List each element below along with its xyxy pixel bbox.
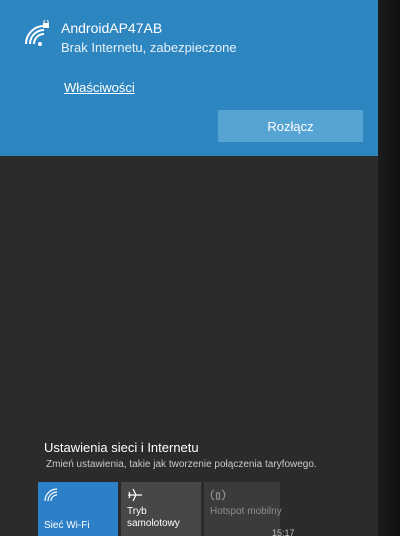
wifi-secured-icon bbox=[22, 19, 52, 48]
properties-link[interactable]: Właściwości bbox=[64, 80, 135, 95]
network-list-area bbox=[0, 156, 378, 536]
device-bezel bbox=[378, 0, 400, 536]
wifi-toggle-tile[interactable]: Sieć Wi-Fi bbox=[38, 482, 118, 536]
taskbar-clock[interactable]: 15:17 bbox=[272, 528, 295, 536]
network-status: Brak Internetu, zabezpieczone bbox=[61, 40, 237, 55]
mobile-hotspot-tile[interactable]: Hotspot mobilny bbox=[204, 482, 282, 536]
hotspot-icon bbox=[210, 488, 226, 502]
network-name: AndroidAP47AB bbox=[61, 20, 163, 36]
connected-network-panel[interactable]: AndroidAP47AB Brak Internetu, zabezpiecz… bbox=[0, 0, 378, 156]
network-settings-description: Zmień ustawienia, takie jak tworzenie po… bbox=[46, 459, 317, 470]
airplane-tile-label: Tryb samolotowy bbox=[127, 506, 180, 529]
airplane-mode-tile[interactable]: Tryb samolotowy bbox=[121, 482, 201, 536]
network-settings-link[interactable]: Ustawienia sieci i Internetu bbox=[44, 440, 199, 455]
wifi-icon bbox=[44, 488, 60, 502]
disconnect-button[interactable]: Rozłącz bbox=[218, 110, 363, 142]
wifi-tile-label: Sieć Wi-Fi bbox=[44, 520, 90, 531]
hotspot-tile-label: Hotspot mobilny bbox=[210, 506, 282, 517]
airplane-icon bbox=[127, 488, 143, 502]
network-flyout: AndroidAP47AB Brak Internetu, zabezpiecz… bbox=[0, 0, 400, 536]
